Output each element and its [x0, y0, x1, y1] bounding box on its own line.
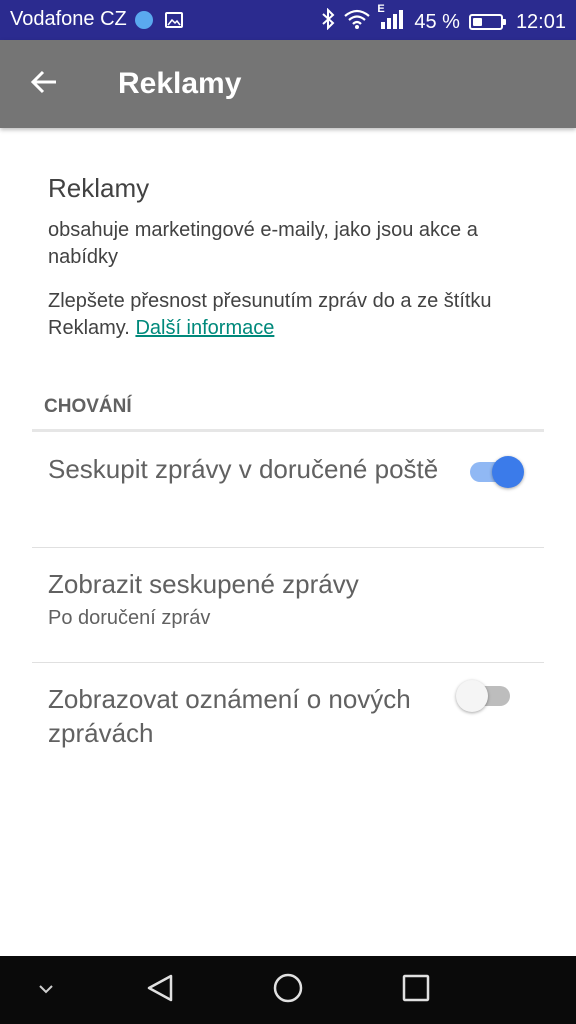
- arrow-back-icon: [30, 70, 58, 99]
- nav-hide-button[interactable]: [16, 966, 76, 1014]
- battery-icon: [468, 14, 506, 30]
- status-left: Vodafone CZ: [10, 8, 183, 31]
- category-hint-block: Zlepšete přesnost přesunutím zpráv do a …: [48, 288, 538, 342]
- nav-back-button[interactable]: [130, 966, 190, 1014]
- pref-divider: [32, 662, 544, 663]
- wifi-icon: [344, 9, 371, 35]
- navigation-bar: [0, 956, 576, 1024]
- category-description: obsahuje marketingové e-maily, jako jsou…: [48, 219, 478, 268]
- switch-thumb: [456, 680, 488, 712]
- pref-show-grouped-summary: Po doručení zpráv: [48, 607, 211, 629]
- network-type: E: [377, 3, 385, 15]
- battery-level: [472, 18, 483, 26]
- nav-back-icon: [145, 973, 175, 1008]
- section-divider: [32, 429, 544, 432]
- globe-icon: [134, 10, 153, 29]
- nav-home-button[interactable]: [258, 966, 318, 1014]
- pref-notifications-title: Zobrazovat oznámení o nových zprávách: [48, 684, 411, 748]
- nav-home-icon: [272, 972, 304, 1009]
- group-conversations-switch[interactable]: [462, 450, 524, 490]
- status-bar: Vodafone CZ E 45 % 12:01: [0, 0, 576, 40]
- battery-percent: 45 %: [414, 10, 460, 33]
- switch-thumb: [492, 456, 524, 488]
- pref-divider: [32, 547, 544, 548]
- pref-show-grouped-title: Zobrazit seskupené zprávy: [48, 569, 359, 599]
- behavior-header: CHOVÁNÍ: [44, 396, 132, 417]
- chevron-down-icon: [38, 981, 54, 999]
- page-title: Reklamy: [118, 67, 242, 100]
- app-bar: Reklamy: [0, 40, 576, 128]
- nav-recents-icon: [402, 974, 430, 1007]
- learn-more-link[interactable]: Další informace: [135, 317, 274, 339]
- notifications-switch[interactable]: [456, 674, 516, 714]
- carrier-name: Vodafone CZ: [10, 8, 127, 30]
- clock: 12:01: [515, 10, 566, 33]
- category-title: Reklamy: [48, 173, 150, 203]
- bluetooth-icon: [321, 7, 335, 36]
- signal-icon: E: [377, 3, 405, 35]
- back-button[interactable]: [20, 60, 68, 108]
- image-notification-icon: [164, 11, 183, 28]
- status-right: E 45 % 12:01: [321, 3, 566, 36]
- nav-recents-button[interactable]: [386, 966, 446, 1014]
- pref-group-conversations-title: Seskupit zprávy v doručené poště: [48, 454, 439, 484]
